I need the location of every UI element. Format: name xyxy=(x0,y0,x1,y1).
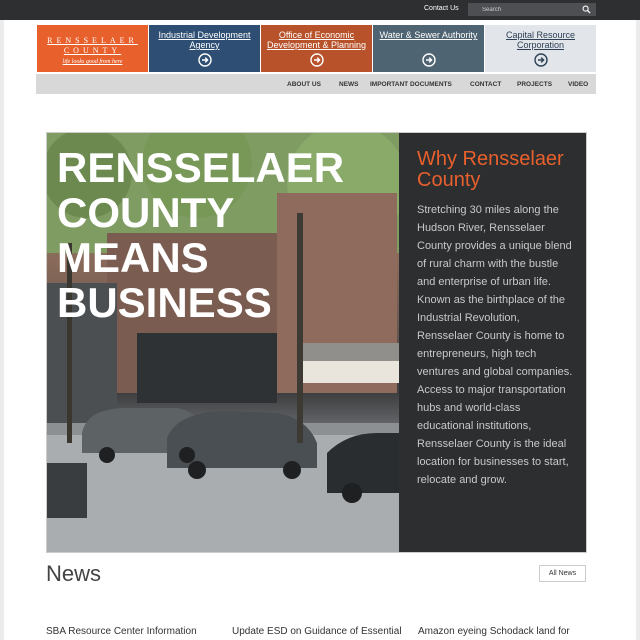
news-item[interactable]: Update ESD on Guidance of Essential xyxy=(232,626,402,637)
tile-water-sewer-authority[interactable]: Water & Sewer Authority xyxy=(373,25,484,72)
nav-projects[interactable]: PROJECTS xyxy=(517,81,552,88)
logo-tagline: life looks good from here xyxy=(62,59,123,65)
hero-street-photo: RENSSELAER COUNTY MEANS BUSINESS xyxy=(47,133,399,552)
news-item[interactable]: Amazon eyeing Schodack land for xyxy=(418,626,570,637)
search-input[interactable] xyxy=(468,3,580,16)
tile-label: Industrial Development Agency xyxy=(158,30,251,50)
news-item[interactable]: SBA Resource Center Information xyxy=(46,626,197,637)
hero-section: RENSSELAER COUNTY MEANS BUSINESS Why Ren… xyxy=(46,132,587,553)
county-logo[interactable]: RENSSELAER COUNTY life looks good from h… xyxy=(37,25,148,72)
tile-industrial-development-agency[interactable]: Industrial Development Agency xyxy=(149,25,260,72)
arrow-circle-right-icon xyxy=(197,53,212,67)
tile-label: Office of Economic Development & Plannin… xyxy=(266,30,367,50)
nav-news[interactable]: NEWS xyxy=(339,81,359,88)
main-nav: ABOUT US NEWS IMPORTANT DOCUMENTS CONTAC… xyxy=(36,74,596,94)
tile-label: Capital Resource Corporation xyxy=(505,30,576,50)
why-panel-body: Stretching 30 miles along the Hudson Riv… xyxy=(417,204,573,486)
logo-line-1: RENSSELAER xyxy=(47,36,138,45)
headline-line: RENSSELAER xyxy=(57,144,345,191)
tile-office-economic-development[interactable]: Office of Economic Development & Plannin… xyxy=(261,25,372,72)
top-bar: Contact Us xyxy=(0,0,640,20)
search-box[interactable] xyxy=(468,3,596,16)
hero-headline: RENSSELAER COUNTY MEANS BUSINESS xyxy=(57,145,344,325)
headline-line: BUSINESS xyxy=(57,279,272,326)
tile-label: Water & Sewer Authority xyxy=(379,30,478,40)
nav-about-us[interactable]: ABOUT US xyxy=(287,81,321,88)
logo-line-2: COUNTY xyxy=(63,46,122,55)
tile-capital-resource-corporation[interactable]: Capital Resource Corporation xyxy=(485,25,596,72)
search-icon[interactable] xyxy=(582,5,591,14)
arrow-circle-right-icon xyxy=(309,53,324,67)
nav-contact[interactable]: CONTACT xyxy=(470,81,501,88)
page-content: RENSSELAER COUNTY life looks good from h… xyxy=(4,20,636,640)
headline-line: COUNTY xyxy=(57,189,235,236)
why-panel-title: Why Rensselaer County xyxy=(417,148,564,191)
arrow-circle-right-icon xyxy=(421,53,436,67)
arrow-circle-right-icon xyxy=(533,53,548,67)
why-panel: Why Rensselaer County Stretching 30 mile… xyxy=(399,133,586,552)
headline-line: MEANS xyxy=(57,234,209,281)
nav-video[interactable]: VIDEO xyxy=(568,81,588,88)
nav-important-documents[interactable]: IMPORTANT DOCUMENTS xyxy=(370,81,452,88)
contact-us-link[interactable]: Contact Us xyxy=(424,5,459,12)
news-heading: News xyxy=(46,561,102,586)
all-news-button[interactable]: All News xyxy=(539,565,586,582)
